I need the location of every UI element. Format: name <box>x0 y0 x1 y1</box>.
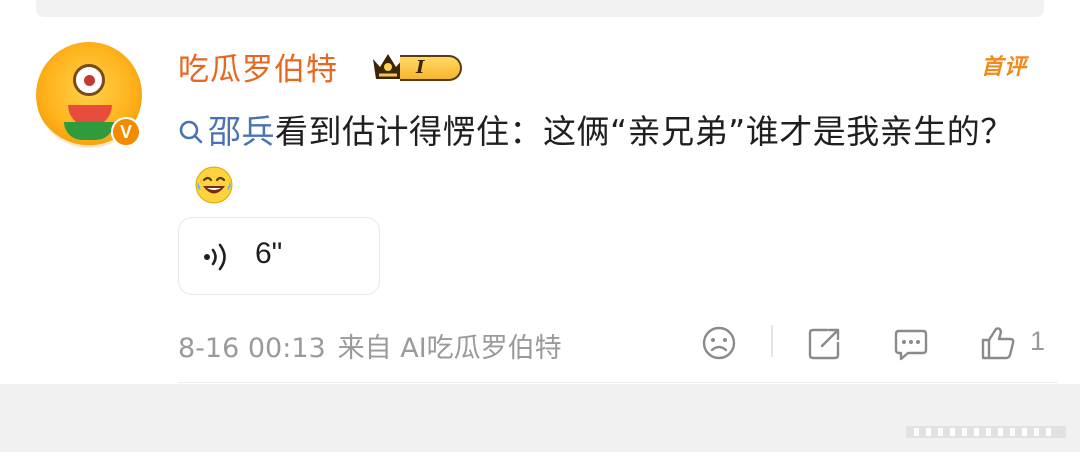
comment-meta: 8-16 00:13 来自 AI吃瓜罗伯特 <box>178 326 574 365</box>
username[interactable]: 吃瓜罗伯特 <box>178 44 338 89</box>
search-icon <box>179 120 203 144</box>
comment-separator <box>178 382 1058 383</box>
voice-duration: 6" <box>255 237 283 270</box>
timestamp: 8-16 00:13 <box>178 333 326 364</box>
voice-wave-icon <box>204 243 226 271</box>
topic-link[interactable]: 邵兵 <box>178 112 275 151</box>
verified-badge-icon: V <box>111 117 141 147</box>
share-button[interactable] <box>805 323 845 363</box>
dislike-button[interactable] <box>699 323 739 363</box>
vip-level: I <box>400 55 462 81</box>
avatar[interactable]: V <box>36 42 142 148</box>
like-count: 1 <box>1030 326 1046 356</box>
comment-icon <box>894 329 928 361</box>
watermark-icon <box>906 426 1066 438</box>
laughing-tears-emoji-icon <box>195 166 233 204</box>
action-divider <box>771 325 773 357</box>
comment-text: 看到估计得愣住：这俩“亲兄弟”谁才是我亲生的？ <box>275 112 1014 151</box>
comment-body: 邵兵看到估计得愣住：这俩“亲兄弟”谁才是我亲生的？ <box>178 104 1048 216</box>
source-label[interactable]: 来自 AI吃瓜罗伯特 <box>338 333 562 364</box>
voice-message[interactable]: 6" <box>178 217 380 295</box>
comment-button[interactable] <box>891 323 931 363</box>
like-button[interactable] <box>978 323 1018 363</box>
previous-comment-edge <box>0 0 1080 24</box>
next-comment-area <box>0 384 1080 452</box>
vip-badge[interactable]: I <box>370 49 466 83</box>
previous-comment-card <box>36 0 1044 17</box>
first-comment-tag: 首评 <box>981 55 1028 80</box>
thumbs-up-icon <box>981 327 1015 360</box>
topic-label: 邵兵 <box>208 112 275 151</box>
share-icon <box>808 328 840 360</box>
avatar-eye <box>73 64 105 96</box>
frown-face-icon <box>702 326 736 360</box>
